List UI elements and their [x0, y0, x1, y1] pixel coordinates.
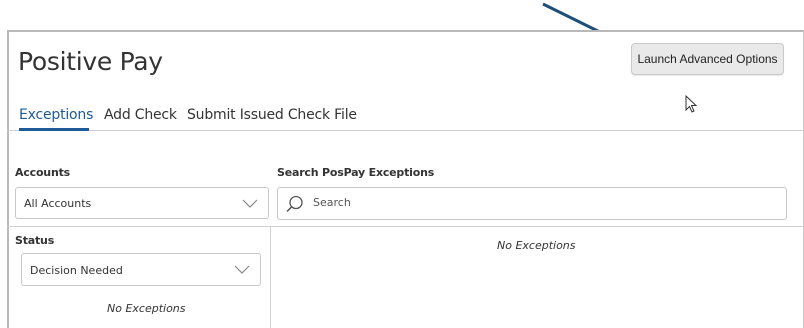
- tab-submit-issued-check-file[interactable]: Submit Issued Check File: [187, 107, 357, 123]
- search-field[interactable]: [277, 187, 787, 220]
- tab-add-check[interactable]: Add Check: [104, 107, 177, 123]
- page-title: Positive Pay: [18, 47, 163, 76]
- accounts-select[interactable]: All Accounts: [15, 187, 269, 219]
- launch-advanced-options-button[interactable]: Launch Advanced Options: [631, 43, 784, 75]
- status-select[interactable]: Decision Needed: [21, 253, 261, 286]
- right-empty-message: No Exceptions: [497, 239, 576, 252]
- search-label: Search PosPay Exceptions: [277, 166, 435, 179]
- accounts-label: Accounts: [15, 166, 70, 179]
- status-label: Status: [15, 234, 55, 247]
- chevron-down-icon: [242, 199, 258, 208]
- search-input[interactable]: [311, 195, 715, 210]
- active-tab-indicator: [19, 128, 89, 131]
- column-divider: [270, 226, 271, 328]
- tab-bar: Exceptions Add Check Submit Issued Check…: [7, 104, 804, 131]
- search-icon: [286, 195, 303, 213]
- content-divider: [7, 226, 804, 227]
- left-empty-message: No Exceptions: [107, 302, 186, 315]
- status-select-value: Decision Needed: [30, 264, 123, 277]
- accounts-select-value: All Accounts: [24, 197, 92, 210]
- chevron-down-icon: [234, 265, 250, 274]
- tab-exceptions[interactable]: Exceptions: [19, 107, 93, 123]
